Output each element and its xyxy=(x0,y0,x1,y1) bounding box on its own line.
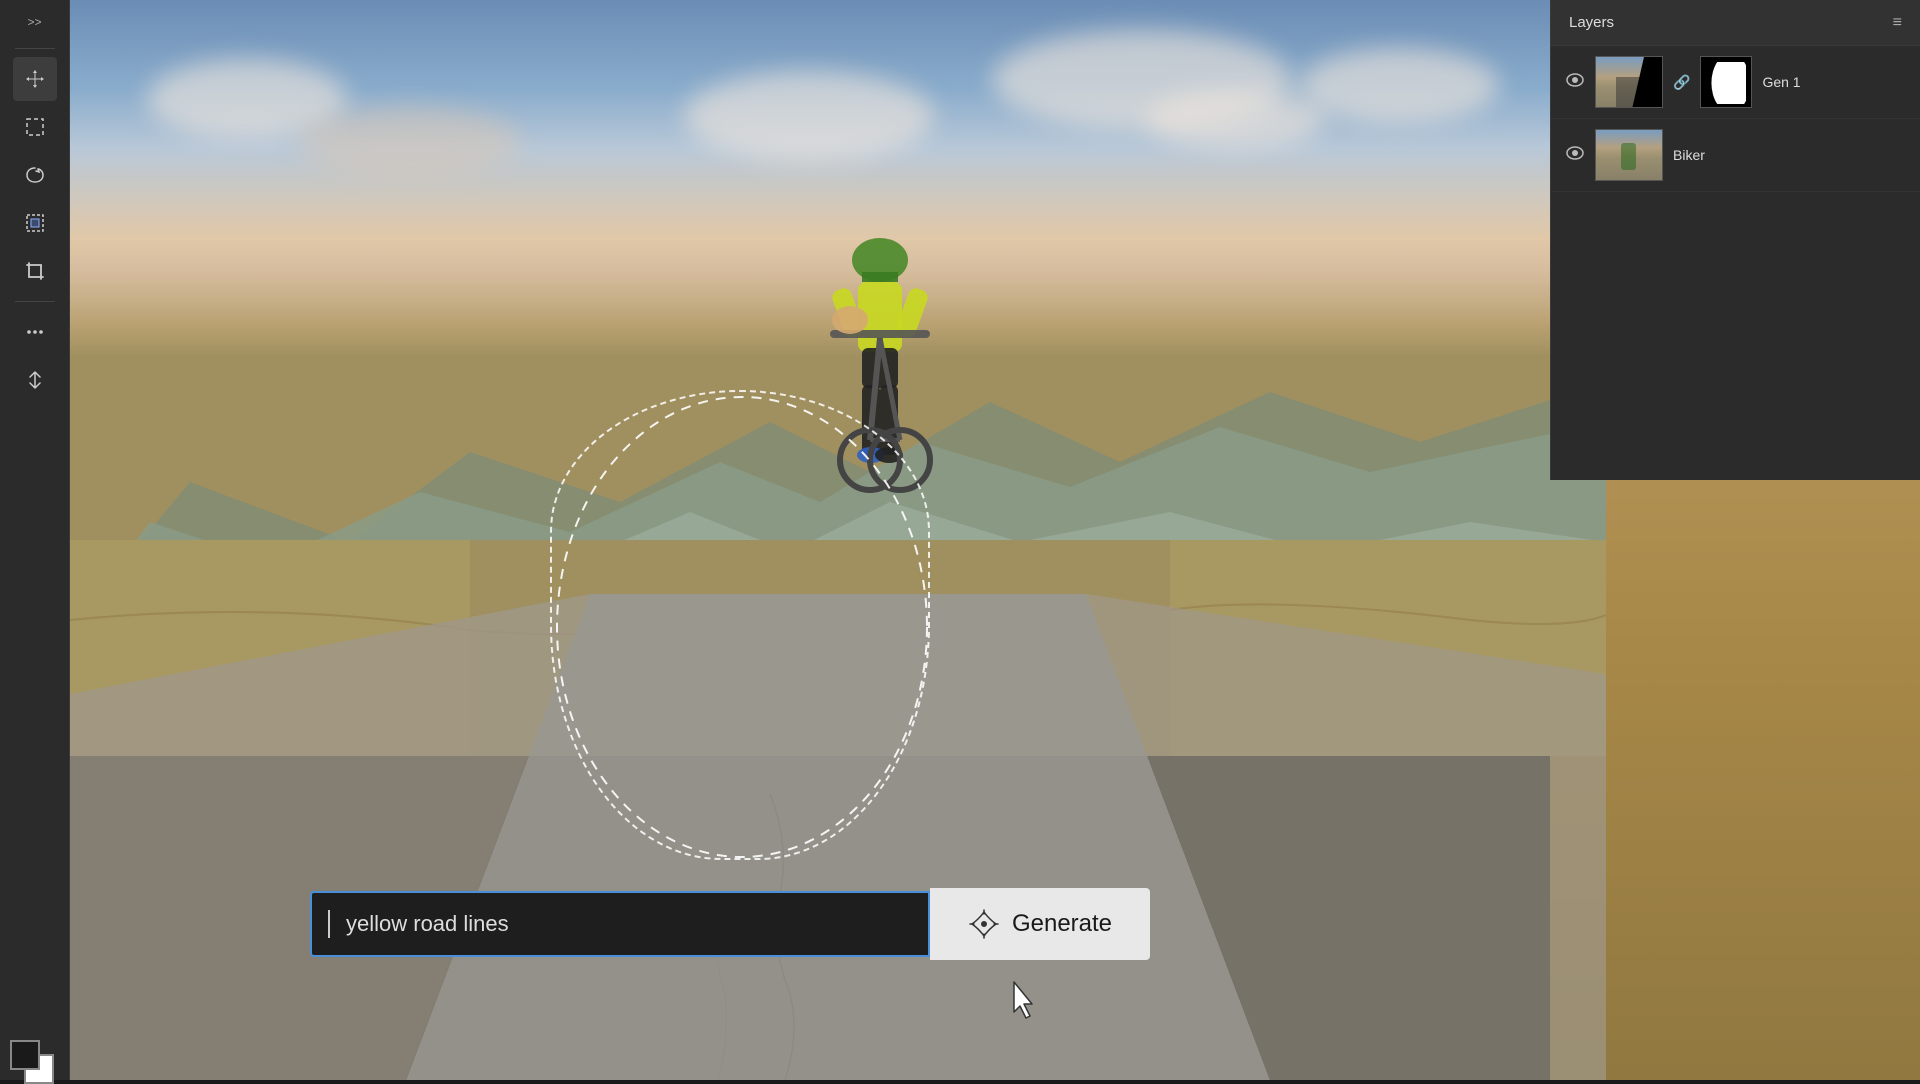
prompt-input[interactable] xyxy=(330,893,928,955)
crop-tool-button[interactable] xyxy=(13,249,57,293)
layer-thumbnail-gen1 xyxy=(1595,56,1663,108)
object-selection-button[interactable] xyxy=(13,201,57,245)
layer-thumbnail-biker xyxy=(1595,129,1663,181)
layer-name-gen1: Gen 1 xyxy=(1762,74,1906,90)
foreground-color-swatch[interactable] xyxy=(10,1040,40,1070)
cloud-3 xyxy=(684,71,934,161)
layer-row-biker[interactable]: Biker xyxy=(1551,119,1920,192)
generate-button-label: Generate xyxy=(1012,910,1112,938)
lasso-tool-button[interactable] xyxy=(13,153,57,197)
arrange-tool-icon xyxy=(24,369,46,391)
layer-chain-icon: 🔗 xyxy=(1673,74,1690,91)
marquee-tool-icon xyxy=(24,116,46,138)
layer-row-gen1[interactable]: 🔗 Gen 1 xyxy=(1551,46,1920,119)
move-tool-button[interactable] xyxy=(13,57,57,101)
layer-mask-gen1 xyxy=(1700,56,1752,108)
toolbar-collapse-button[interactable]: >> xyxy=(15,10,55,34)
more-tools-icon xyxy=(24,321,46,343)
layer-visibility-biker[interactable] xyxy=(1565,146,1585,165)
layers-panel-header: Layers ≡ xyxy=(1551,0,1920,46)
cloud-5 xyxy=(300,107,520,177)
layers-panel: Layers ≡ 🔗 Gen 1 xyxy=(1550,0,1920,480)
generate-button[interactable]: Generate xyxy=(930,888,1150,960)
marquee-tool-button[interactable] xyxy=(13,105,57,149)
layers-menu-icon[interactable]: ≡ xyxy=(1893,14,1902,32)
crop-tool-icon xyxy=(24,260,46,282)
cloud-6 xyxy=(1299,48,1499,123)
object-selection-icon xyxy=(24,212,46,234)
generate-icon xyxy=(968,908,1000,940)
toolbar: >> xyxy=(0,0,70,1080)
biker-figure xyxy=(790,220,970,580)
lasso-tool-icon xyxy=(24,164,46,186)
layer-name-biker: Biker xyxy=(1673,147,1906,163)
layer-visibility-gen1[interactable] xyxy=(1565,73,1585,92)
prompt-bar: Generate xyxy=(310,888,1150,960)
arrange-tool-button[interactable] xyxy=(13,358,57,402)
toolbar-separator-2 xyxy=(15,301,55,302)
road-surface xyxy=(70,594,1606,1080)
more-tools-button[interactable] xyxy=(13,310,57,354)
cloud-4 xyxy=(1145,89,1325,149)
toolbar-separator-1 xyxy=(15,48,55,49)
layers-panel-title: Layers xyxy=(1569,14,1893,31)
prompt-input-wrapper[interactable] xyxy=(310,891,930,957)
move-tool-icon xyxy=(24,68,46,90)
